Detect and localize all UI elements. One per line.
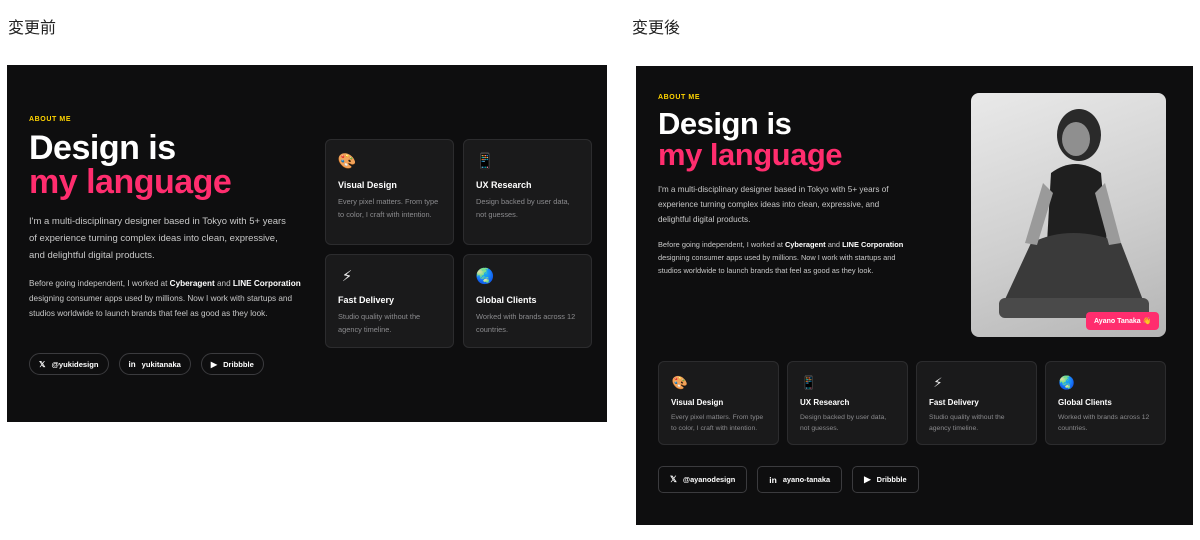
- skill-card-fast-delivery: ⚡ Fast Delivery Studio quality without the…: [916, 361, 1037, 445]
- bolt-icon: ⚡: [933, 375, 943, 391]
- portrait-illustration: [999, 109, 1149, 318]
- profile-photo: [971, 93, 1166, 337]
- palette-icon: 🎨: [671, 375, 689, 391]
- skill-card-fast-delivery: ⚡ Fast Delivery Studio quality without the…: [325, 254, 454, 348]
- skill-card-desc: Worked with brands across 12 countries.: [1058, 414, 1150, 432]
- bio-text: Before going independent, I worked at Cy…: [29, 279, 301, 318]
- social-link-x[interactable]: 𝕏 @yukidesign: [29, 353, 109, 375]
- skill-card-desc: Studio quality without the agency timeli…: [338, 312, 421, 334]
- eyebrow-label: ABOUT ME: [29, 116, 72, 123]
- skill-card-title: UX Research: [800, 398, 850, 407]
- social-link-x[interactable]: 𝕏 @ayanodesign: [658, 466, 748, 493]
- skill-card-visual-design: 🎨 Visual Design Every pixel matters. From …: [325, 139, 454, 245]
- skill-card-desc: Worked with brands across 12 countries.: [476, 312, 576, 334]
- intro-text: I'm a multi-disciplinary designer based …: [29, 216, 286, 261]
- skill-card-title: Visual Design: [671, 398, 724, 407]
- intro-text: I'm a multi-disciplinary designer based …: [658, 185, 889, 224]
- social-link-label: Dribbble: [876, 475, 907, 484]
- headline-line2: my language: [658, 137, 843, 172]
- headline-line1: Design is: [29, 129, 176, 167]
- caption-before: 変更前: [8, 18, 57, 37]
- linkedin-icon: in: [128, 359, 136, 369]
- skill-card-desc: Every pixel matters. From type to color,…: [671, 414, 764, 432]
- globe-icon: 🌏: [475, 267, 495, 285]
- skill-card-ux-research: 📱 UX Research Design backed by user data, …: [463, 139, 592, 245]
- social-links: 𝕏 @yukidesign in yukitanaka ▶ Dribbble: [29, 353, 264, 375]
- skills-grid: 🎨 Visual Design Every pixel matters. From …: [325, 139, 592, 348]
- company-line: LINE Corporation: [842, 240, 904, 249]
- headline: Design is my language: [29, 129, 232, 201]
- after-panel: ABOUT ME Design is my language I'm a mul…: [636, 66, 1193, 525]
- social-link-label: @yukidesign: [51, 359, 99, 369]
- skill-card-title: Visual Design: [338, 180, 397, 190]
- skill-card-visual-design: 🎨 Visual Design Every pixel matters. From …: [658, 361, 779, 445]
- x-icon: 𝕏: [39, 359, 46, 369]
- skill-card-ux-research: 📱 UX Research Design backed by user data, …: [787, 361, 908, 445]
- company-cyberagent: Cyberagent: [784, 240, 826, 249]
- phone-icon: 📱: [475, 152, 495, 170]
- skill-card-title: UX Research: [476, 180, 532, 190]
- skill-card-title: Fast Delivery: [338, 295, 395, 305]
- play-icon: ▶: [864, 474, 871, 484]
- social-link-linkedin[interactable]: in yukitanaka: [118, 353, 191, 375]
- linkedin-icon: in: [769, 474, 777, 485]
- skill-card-global-clients: 🌏 Global Clients Worked with brands across…: [463, 254, 592, 348]
- skill-card-global-clients: 🌏 Global Clients Worked with brands across…: [1045, 361, 1166, 445]
- skill-card-desc: Every pixel matters. From type to color,…: [338, 197, 439, 219]
- headline-line2: my language: [29, 163, 232, 201]
- social-link-label: Dribbble: [223, 359, 254, 369]
- social-link-label: yukitanaka: [141, 359, 181, 369]
- skill-card-title: Global Clients: [476, 295, 537, 305]
- social-link-linkedin[interactable]: in ayano-tanaka: [757, 466, 843, 493]
- bolt-icon: ⚡: [341, 267, 353, 285]
- caption-after: 変更後: [632, 18, 681, 37]
- skill-card-title: Fast Delivery: [929, 398, 979, 407]
- photo-name-badge: Ayano Tanaka 👋: [1086, 312, 1160, 330]
- skill-card-desc: Design backed by user data, not guesses.: [476, 197, 570, 219]
- social-link-label: @ayanodesign: [682, 475, 736, 484]
- globe-icon: 🌏: [1058, 375, 1076, 391]
- bio-text: Before going independent, I worked at Cy…: [658, 240, 904, 275]
- headline-line1: Design is: [658, 106, 792, 141]
- x-icon: 𝕏: [670, 474, 677, 484]
- company-line: LINE Corporation: [232, 279, 301, 288]
- play-icon: ▶: [210, 359, 218, 369]
- skill-card-title: Global Clients: [1058, 398, 1112, 407]
- social-link-play[interactable]: ▶ Dribbble: [200, 353, 264, 375]
- company-cyberagent: Cyberagent: [169, 279, 215, 288]
- headline: Design is my language: [658, 106, 843, 172]
- skills-grid: 🎨 Visual Design Every pixel matters. From …: [658, 361, 1166, 445]
- eyebrow-label: ABOUT ME: [658, 94, 701, 101]
- social-link-play[interactable]: ▶ Dribbble: [852, 466, 919, 493]
- palette-icon: 🎨: [337, 152, 357, 170]
- social-links: 𝕏 @ayanodesign in ayano-tanaka ▶ Dribbble: [658, 466, 919, 493]
- skill-card-desc: Design backed by user data, not guesses.: [800, 414, 887, 432]
- social-link-label: ayano-tanaka: [782, 475, 831, 484]
- before-panel: ABOUT ME Design is my language I'm a mul…: [7, 65, 607, 422]
- phone-icon: 📱: [800, 375, 818, 391]
- skill-card-desc: Studio quality without the agency timeli…: [929, 414, 1005, 432]
